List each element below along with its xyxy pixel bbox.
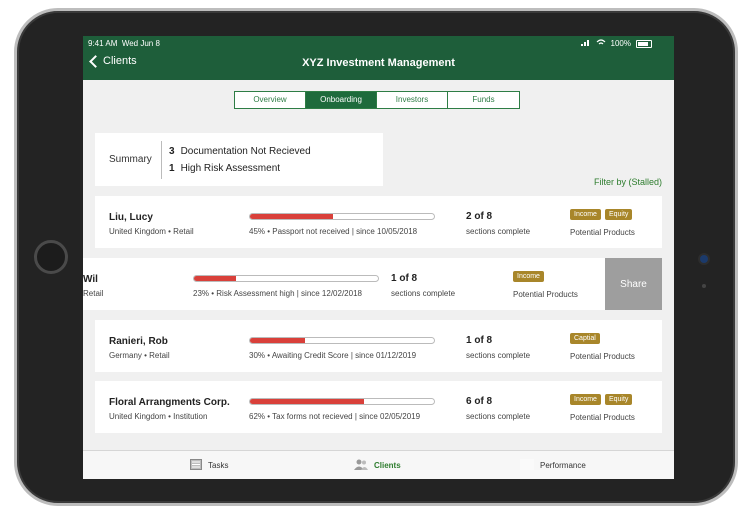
bottom-nav: Tasks Clients Performance	[83, 450, 674, 479]
camera	[700, 255, 708, 263]
progress-fill	[250, 399, 365, 404]
sections-count: 1 of 8	[391, 273, 418, 284]
client-card[interactable]: Floral Arrangments Corp. United Kingdom …	[95, 381, 662, 433]
client-location: United Kingdom • Institution	[109, 412, 208, 421]
summary-panel: Summary 3 Documentation Not Recieved 1 Hig…	[95, 133, 383, 186]
progress-note: 45% • Passport not received | since 10/0…	[249, 227, 418, 236]
products-label: Potential Products	[570, 228, 635, 237]
summary-item: 1 High Risk Assessment	[169, 163, 281, 174]
product-tags: Income Equity	[570, 209, 633, 220]
product-tag: Income	[570, 394, 601, 405]
wifi-icon	[596, 39, 606, 48]
client-card[interactable]: Wil Retail 23% • Risk Assessment high | …	[83, 258, 605, 310]
filter-link[interactable]: Filter by (Stalled)	[594, 177, 662, 187]
summary-divider	[161, 141, 162, 179]
tab-overview[interactable]: Overview	[235, 92, 306, 108]
app-header: 9:41 AM Wed Jun 8 100% Clients XYZ Inves…	[83, 36, 674, 80]
client-card[interactable]: Ranieri, Rob Germany • Retail 30% • Awai…	[95, 320, 662, 372]
progress-fill	[194, 276, 237, 281]
client-location: Retail	[83, 289, 104, 298]
performance-icon	[520, 459, 534, 472]
summary-item: 3 Documentation Not Recieved	[169, 146, 311, 157]
battery-icon	[636, 39, 652, 48]
sections-label: sections complete	[466, 227, 531, 236]
sections-label: sections complete	[466, 351, 531, 360]
tasks-icon	[190, 459, 202, 472]
products-label: Potential Products	[570, 413, 635, 422]
client-name: Ranieri, Rob	[109, 336, 168, 347]
nav-performance[interactable]: Performance	[520, 459, 586, 472]
client-name: Wil	[83, 274, 98, 285]
clients-icon	[354, 459, 368, 472]
status-time: 9:41 AM Wed Jun 8	[88, 39, 160, 48]
status-bar: 9:41 AM Wed Jun 8 100%	[83, 36, 674, 50]
nav-tasks-label: Tasks	[208, 461, 229, 470]
nav-clients[interactable]: Clients	[354, 459, 401, 472]
progress-bar	[249, 337, 435, 344]
summary-label: Summary	[109, 154, 152, 165]
progress-note: 62% • Tax forms not recieved | since 02/…	[249, 412, 421, 421]
share-button[interactable]: Share	[605, 258, 662, 310]
sections-count: 6 of 8	[466, 396, 493, 407]
tab-funds[interactable]: Funds	[448, 92, 519, 108]
progress-note: 23% • Risk Assessment high | since 12/02…	[193, 289, 362, 298]
product-tag: Income	[513, 271, 544, 282]
signal-icon	[580, 39, 591, 48]
segmented-tabs: Overview Onboarding Investors Funds	[234, 91, 520, 109]
tab-onboarding[interactable]: Onboarding	[306, 92, 377, 108]
home-button[interactable]	[34, 240, 68, 274]
product-tag: Income	[570, 209, 601, 220]
product-tag: Captial	[570, 333, 600, 344]
product-tags: Income	[513, 271, 544, 282]
page-title: XYZ Investment Management	[302, 57, 455, 69]
product-tag: Equity	[604, 394, 633, 405]
progress-bar	[249, 398, 435, 405]
nav-performance-label: Performance	[540, 461, 586, 470]
progress-fill	[250, 338, 306, 343]
client-location: Germany • Retail	[109, 351, 170, 360]
client-card[interactable]: Liu, Lucy United Kingdom • Retail 45% • …	[95, 196, 662, 248]
product-tags: Captial	[570, 333, 600, 344]
progress-note: 30% • Awaiting Credit Score | since 01/1…	[249, 351, 417, 360]
products-label: Potential Products	[513, 290, 578, 299]
sections-label: sections complete	[466, 412, 531, 421]
products-label: Potential Products	[570, 352, 635, 361]
sections-count: 2 of 8	[466, 211, 493, 222]
sensor	[702, 284, 706, 288]
sections-label: sections complete	[391, 289, 456, 298]
sections-count: 1 of 8	[466, 335, 493, 346]
progress-bar	[193, 275, 379, 282]
screen: 9:41 AM Wed Jun 8 100% Clients XYZ Inves…	[83, 36, 674, 479]
client-name: Liu, Lucy	[109, 212, 153, 223]
product-tags: Income Equity	[570, 394, 633, 405]
product-tag: Equity	[604, 209, 633, 220]
client-location: United Kingdom • Retail	[109, 227, 194, 236]
status-right: 100%	[580, 39, 652, 48]
battery-percent: 100%	[610, 39, 631, 48]
progress-fill	[250, 214, 333, 219]
client-name: Floral Arrangments Corp.	[109, 397, 230, 408]
tab-investors[interactable]: Investors	[377, 92, 448, 108]
nav-clients-label: Clients	[374, 461, 401, 470]
progress-bar	[249, 213, 435, 220]
nav-tasks[interactable]: Tasks	[190, 459, 228, 472]
